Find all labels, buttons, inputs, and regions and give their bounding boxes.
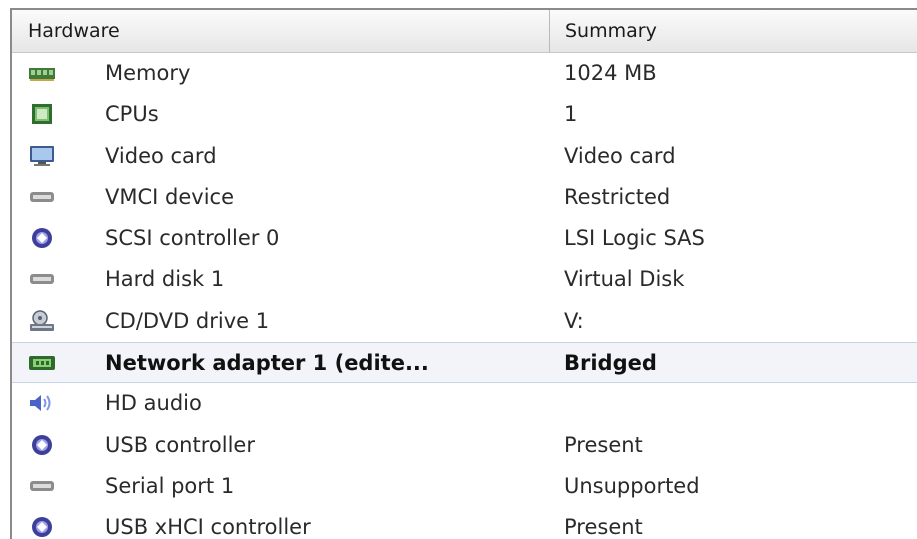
- device-name: USB controller: [105, 432, 255, 457]
- device-row-vmci-device[interactable]: VMCI device Restricted: [12, 177, 917, 218]
- device-row-network-adapter[interactable]: Network adapter 1 (edite... Bridged: [12, 342, 917, 384]
- device-name: Video card: [105, 143, 217, 168]
- device-summary: 1: [564, 102, 578, 127]
- device-summary: Present: [564, 432, 643, 457]
- cpu-icon: [28, 103, 56, 125]
- disk-icon: [28, 268, 56, 290]
- device-summary: Video card: [564, 143, 676, 168]
- usb-xhci-controller-icon: [28, 516, 56, 538]
- device-icon: [28, 186, 56, 208]
- device-name: Hard disk 1: [105, 267, 225, 292]
- device-summary: Bridged: [564, 351, 657, 376]
- device-row-memory[interactable]: Memory 1024 MB: [12, 53, 917, 94]
- cd-drive-icon: [28, 310, 56, 332]
- memory-icon: [28, 62, 56, 84]
- device-name: Network adapter 1 (edite...: [105, 351, 429, 376]
- usb-controller-icon: [28, 434, 56, 456]
- device-row-usb-controller[interactable]: USB controller Present: [12, 425, 917, 466]
- hardware-list-panel: Hardware Summary Memory 1024 MB CPUs 1 V…: [10, 8, 917, 539]
- device-row-scsi-controller[interactable]: SCSI controller 0 LSI Logic SAS: [12, 218, 917, 259]
- device-name: Memory: [105, 61, 191, 85]
- hardware-rows: Memory 1024 MB CPUs 1 Video card Video c…: [12, 53, 917, 539]
- device-summary: Virtual Disk: [564, 267, 685, 292]
- list-header: Hardware Summary: [12, 10, 917, 53]
- device-name: SCSI controller 0: [105, 226, 280, 251]
- device-summary: V:: [564, 308, 584, 333]
- speaker-icon: [28, 392, 56, 414]
- device-row-cd-dvd-drive[interactable]: CD/DVD drive 1 V:: [12, 301, 917, 342]
- column-header-hardware[interactable]: Hardware: [12, 10, 550, 52]
- device-summary: Restricted: [564, 184, 671, 209]
- network-adapter-icon: [28, 352, 56, 374]
- column-header-summary[interactable]: Summary: [551, 10, 917, 52]
- device-name: CD/DVD drive 1: [105, 308, 270, 333]
- device-row-hd-audio[interactable]: HD audio: [12, 383, 917, 424]
- device-name: USB xHCI controller: [105, 515, 311, 539]
- device-row-cpus[interactable]: CPUs 1: [12, 94, 917, 135]
- device-row-video-card[interactable]: Video card Video card: [12, 136, 917, 177]
- device-row-hard-disk[interactable]: Hard disk 1 Virtual Disk: [12, 259, 917, 300]
- monitor-icon: [28, 145, 56, 167]
- controller-icon: [28, 227, 56, 249]
- device-row-usb-xhci-controller[interactable]: USB xHCI controller Present: [12, 507, 917, 539]
- device-name: Serial port 1: [105, 473, 235, 498]
- serial-port-icon: [28, 475, 56, 497]
- device-name: HD audio: [105, 391, 202, 416]
- device-summary: Present: [564, 515, 643, 539]
- device-summary: 1024 MB: [564, 61, 657, 85]
- device-name: CPUs: [105, 102, 159, 127]
- device-summary: Unsupported: [564, 473, 700, 498]
- device-row-serial-port[interactable]: Serial port 1 Unsupported: [12, 466, 917, 507]
- device-name: VMCI device: [105, 184, 234, 209]
- device-summary: LSI Logic SAS: [564, 226, 705, 251]
